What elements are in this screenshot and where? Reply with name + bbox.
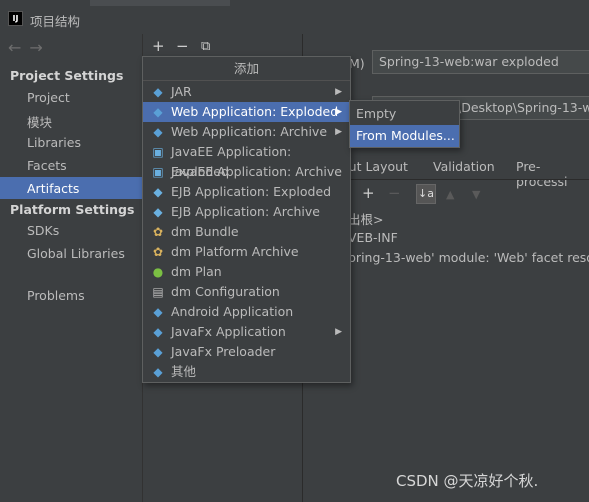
- menu-item-label: JavaFx Application: [171, 324, 286, 339]
- menu-item-label: dm Configuration: [171, 284, 280, 299]
- move-up-icon[interactable]: ▲: [446, 188, 454, 201]
- add-artifact-button[interactable]: +: [152, 37, 165, 55]
- sidebar-item-problems[interactable]: Problems: [27, 288, 85, 303]
- menu-item-label: Web Application: Archive: [171, 124, 328, 139]
- watermark: CSDN @天凉好个秋.: [396, 472, 539, 490]
- menu-item-label: dm Bundle: [171, 224, 239, 239]
- submenu-arrow-icon: ▶: [335, 127, 342, 137]
- title-bar: IJ 项目结构: [0, 0, 589, 34]
- web-exploded-submenu: Empty From Modules...: [349, 100, 460, 148]
- dm-platform-icon: ✿: [152, 245, 164, 259]
- menu-item-ejb-application-exploded[interactable]: ◆ EJB Application: Exploded: [143, 182, 350, 202]
- sidebar-item-facets[interactable]: Facets: [27, 158, 67, 173]
- sidebar: ←→ Project Settings Project 模块 Libraries…: [0, 34, 142, 502]
- menu-item-dm-bundle[interactable]: ✿ dm Bundle: [143, 222, 350, 242]
- menu-item-web-application-archive[interactable]: ◆ Web Application: Archive ▶: [143, 122, 350, 142]
- submenu-arrow-icon: ▶: [335, 87, 342, 97]
- back-arrow-icon[interactable]: ←: [8, 38, 29, 57]
- menu-item-ejb-application-archive[interactable]: ◆ EJB Application: Archive: [143, 202, 350, 222]
- layout-add-button[interactable]: +: [362, 184, 375, 202]
- menu-item-dm-plan[interactable]: ● dm Plan: [143, 262, 350, 282]
- javafx-icon: ◆: [153, 325, 163, 339]
- intellij-app-icon: IJ: [8, 11, 23, 26]
- menu-item-android-application[interactable]: ◆ Android Application: [143, 302, 350, 322]
- sidebar-item-artifacts[interactable]: Artifacts: [27, 181, 79, 196]
- popup-header: 添加: [143, 57, 350, 81]
- copy-artifact-button[interactable]: ⧉: [201, 39, 210, 54]
- submenu-item-from-modules[interactable]: From Modules...: [350, 125, 459, 147]
- menu-item-label: JAR: [171, 84, 192, 99]
- menu-item-javafx-preloader[interactable]: ◆ JavaFx Preloader: [143, 342, 350, 362]
- menu-item-label: EJB Application: Exploded: [171, 184, 332, 199]
- submenu-arrow-icon: ▶: [335, 327, 342, 337]
- web-app-icon: ◆: [153, 105, 163, 119]
- artifact-name-field[interactable]: Spring-13-web:war exploded: [372, 50, 589, 74]
- sidebar-item-global-libraries[interactable]: Global Libraries: [27, 246, 125, 261]
- menu-item-label: Web Application: Exploded: [171, 104, 339, 119]
- sort-button[interactable]: ↓a: [416, 184, 436, 204]
- move-down-icon[interactable]: ▼: [472, 188, 480, 201]
- menu-item-web-application-exploded[interactable]: ◆ Web Application: Exploded ▶: [143, 102, 350, 122]
- sidebar-item-sdks[interactable]: SDKs: [27, 223, 59, 238]
- sidebar-item-modules[interactable]: 模块: [27, 112, 52, 131]
- ejb-icon: ◆: [153, 185, 163, 199]
- tree-root-node[interactable]: 出根>: [348, 209, 383, 228]
- remove-artifact-button[interactable]: −: [176, 37, 189, 55]
- submenu-item-empty[interactable]: Empty: [350, 103, 459, 125]
- javaee-icon: ▣: [152, 145, 164, 159]
- android-icon: ◆: [153, 305, 163, 319]
- platform-settings-header: Platform Settings: [10, 202, 135, 217]
- title-bar-decoration: [90, 0, 230, 6]
- ejb-icon: ◆: [153, 205, 163, 219]
- menu-item-label: EJB Application: Archive: [171, 204, 320, 219]
- menu-item-label: JavaFx Preloader: [171, 344, 276, 359]
- tree-webinf-node[interactable]: VEB-INF: [348, 230, 398, 245]
- layout-remove-button[interactable]: −: [388, 184, 401, 202]
- other-icon: ◆: [153, 365, 163, 379]
- javafx-icon: ◆: [153, 345, 163, 359]
- sidebar-item-project[interactable]: Project: [27, 90, 70, 105]
- sidebar-item-libraries[interactable]: Libraries: [27, 135, 81, 150]
- jar-icon: ◆: [153, 85, 163, 99]
- tree-module-node[interactable]: pring-13-web' module: 'Web' facet resou: [348, 250, 589, 265]
- add-artifact-popup: 添加 ◆ JAR ▶ ◆ Web Application: Exploded ▶ ◆ Web …: [142, 56, 351, 383]
- tab-output-layout[interactable]: out Layout: [341, 159, 408, 174]
- menu-item-javafx-application[interactable]: ◆ JavaFx Application ▶: [143, 322, 350, 342]
- dm-config-icon: ▤: [152, 285, 164, 299]
- menu-item-jar[interactable]: ◆ JAR ▶: [143, 82, 350, 102]
- submenu-arrow-icon: ▶: [335, 107, 342, 117]
- menu-item-label: 其他: [171, 364, 197, 379]
- menu-item-javaee-application-exploded[interactable]: ▣ JavaEE Application: Exploded: [143, 142, 350, 179]
- project-settings-header: Project Settings: [10, 68, 124, 83]
- menu-item-其他[interactable]: ◆ 其他: [143, 362, 350, 382]
- menu-item-javaee-application-archive[interactable]: ▣ JavaEE Application: Archive: [143, 162, 350, 182]
- name-label: M): [349, 56, 365, 71]
- tab-validation[interactable]: Validation: [433, 159, 495, 174]
- tab-pre-processing[interactable]: Pre-processi: [516, 159, 589, 189]
- dm-bundle-icon: ✿: [152, 225, 164, 239]
- menu-item-label: JavaEE Application: Archive: [171, 164, 342, 179]
- web-app-icon: ◆: [153, 125, 163, 139]
- window-title: 项目结构: [30, 14, 81, 29]
- forward-arrow-icon[interactable]: →: [29, 38, 50, 57]
- javaee-icon: ▣: [152, 165, 164, 179]
- menu-item-label: Android Application: [171, 304, 294, 319]
- nav-arrows: ←→: [8, 38, 51, 57]
- menu-item-dm-configuration[interactable]: ▤ dm Configuration: [143, 282, 350, 302]
- menu-item-dm-platform-archive[interactable]: ✿ dm Platform Archive: [143, 242, 350, 262]
- menu-item-label: dm Platform Archive: [171, 244, 299, 259]
- dm-plan-icon: ●: [152, 265, 164, 279]
- menu-item-label: dm Plan: [171, 264, 222, 279]
